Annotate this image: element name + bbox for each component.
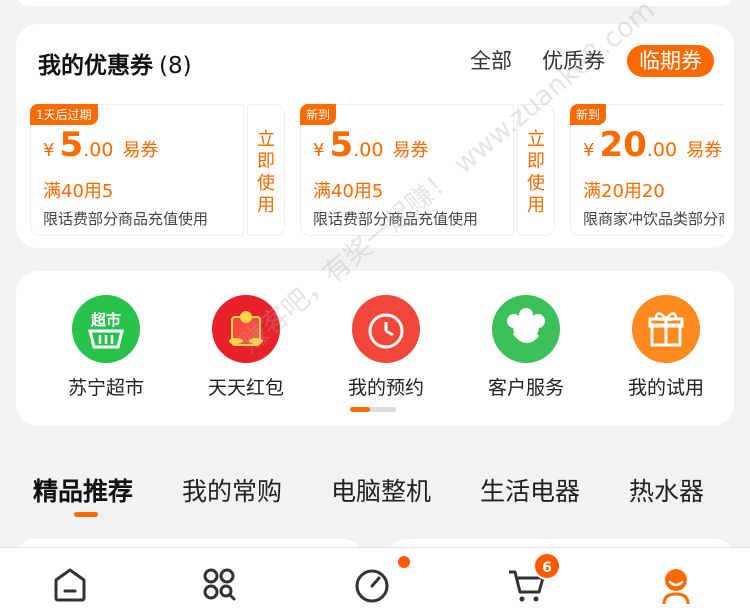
page-indicator <box>350 407 396 412</box>
supermarket-basket-icon: 超市 <box>72 295 140 363</box>
bottom-nav: 6 <box>0 547 750 613</box>
coupon-condition: 满40用5 <box>313 181 384 202</box>
amount-unit: 易券 <box>686 140 723 161</box>
user-icon[interactable] <box>654 564 698 605</box>
home-icon[interactable] <box>48 564 92 604</box>
tab-appliances[interactable]: 生活电器 <box>480 472 580 508</box>
gift-icon <box>632 295 700 363</box>
coupons-title[interactable]: 我的优惠券 (8) <box>38 46 192 80</box>
filter-all[interactable]: 全部 <box>470 45 512 77</box>
currency-symbol: ¥ <box>43 140 55 161</box>
coupon-limit: 限商家冲饮品类部分商品 <box>583 210 724 228</box>
coupon-amount: ¥ 5.00 易券 <box>43 125 159 165</box>
quick-entry-red-envelope[interactable]: 天天红包 <box>176 295 316 400</box>
use-now-button[interactable]: 立即使用 <box>247 104 285 236</box>
tab-frequent[interactable]: 我的常购 <box>182 472 282 508</box>
amount-decimal: .00 <box>646 139 678 161</box>
currency-symbol: ¥ <box>583 140 595 161</box>
coupon-amount: ¥ 5.00 易券 <box>313 125 429 165</box>
use-now-label: 立即使用 <box>257 129 275 216</box>
coupon-condition: 满20用20 <box>583 181 665 202</box>
coupon-filters: 全部 优质券 临期券 <box>440 45 714 77</box>
use-now-label: 立即使用 <box>527 129 545 216</box>
quick-entry-appointment[interactable]: 我的预约 <box>316 295 456 400</box>
customer-service-icon <box>492 295 560 363</box>
svg-text:超市: 超市 <box>90 311 121 329</box>
previous-card-bottom <box>16 0 734 6</box>
coupon-condition: 满40用5 <box>43 181 114 202</box>
page-indicator-active <box>350 407 370 412</box>
coupon-limit: 限话费部分商品充值使用 <box>43 210 209 228</box>
quick-entry-label: 苏宁超市 <box>67 377 144 399</box>
red-envelope-icon <box>212 295 280 363</box>
amount-unit: 易券 <box>122 140 159 161</box>
tab-featured[interactable]: 精品推荐 <box>33 472 133 508</box>
notification-dot <box>398 556 410 568</box>
coupon-expiry-tag: 1天后过期 <box>30 104 98 125</box>
amount-decimal: .00 <box>353 139 384 161</box>
coupon-new-tag: 新到 <box>570 104 607 125</box>
active-tab-underline <box>74 512 98 517</box>
currency-symbol: ¥ <box>313 140 325 161</box>
quick-entry-label: 我的预约 <box>347 377 424 399</box>
alarm-clock-icon <box>352 295 420 363</box>
quick-entry-label: 客户服务 <box>487 377 564 399</box>
amount-integer: 5 <box>329 125 354 165</box>
amount-decimal: .00 <box>83 139 114 161</box>
quick-entry-supermarket[interactable]: 超市 苏宁超市 <box>36 295 176 400</box>
coupon-list: 1天后过期 ¥ 5.00 易券 满40用5 限话费部分商品充值使用 立即使用 新… <box>30 104 724 236</box>
tab-computers[interactable]: 电脑整机 <box>331 472 431 508</box>
shopping-cart-icon[interactable]: 6 <box>505 552 561 604</box>
use-now-button[interactable]: 立即使用 <box>517 104 555 236</box>
quick-entry-trial[interactable]: 我的试用 <box>596 295 736 400</box>
compass-icon[interactable] <box>352 556 410 604</box>
amount-integer: 5 <box>59 125 84 165</box>
filter-expiring[interactable]: 临期券 <box>627 45 714 77</box>
coupon-body[interactable]: 1天后过期 ¥ 5.00 易券 满40用5 限话费部分商品充值使用 <box>30 104 244 236</box>
tab-water-heater[interactable]: 热水器 <box>629 472 704 508</box>
amount-unit: 易券 <box>392 140 429 161</box>
filter-quality[interactable]: 优质券 <box>542 45 605 77</box>
quick-entry-label: 天天红包 <box>207 377 284 399</box>
coupon-body[interactable]: 新到 ¥ 5.00 易券 满40用5 限话费部分商品充值使用 <box>300 104 514 236</box>
coupon-amount: ¥ 20.00 易券 <box>583 125 722 165</box>
category-grid-icon[interactable] <box>197 564 241 604</box>
coupons-card: 我的优惠券 (8) 全部 优质券 临期券 1天后过期 ¥ 5.00 易券 满40用… <box>16 24 734 248</box>
quick-entry-customer-service[interactable]: 客户服务 <box>456 295 596 400</box>
quick-entries-card: 超市 苏宁超市 天天红包 我的预约 客户服务 我的试用 <box>16 271 734 426</box>
coupon-new-tag: 新到 <box>300 104 337 125</box>
cart-count-badge: 6 <box>533 552 561 580</box>
category-tabs: 精品推荐 我的常购 电脑整机 生活电器 热水器 <box>0 472 750 512</box>
coupons-title-text: 我的优惠券 <box>38 53 153 79</box>
coupons-count: (8) <box>159 53 192 79</box>
coupon-limit: 限话费部分商品充值使用 <box>313 210 479 228</box>
quick-entry-label: 我的试用 <box>627 377 704 399</box>
coupon-body[interactable]: 新到 ¥ 20.00 易券 满20用20 限商家冲饮品类部分商品 <box>570 104 724 236</box>
amount-integer: 20 <box>599 125 647 165</box>
